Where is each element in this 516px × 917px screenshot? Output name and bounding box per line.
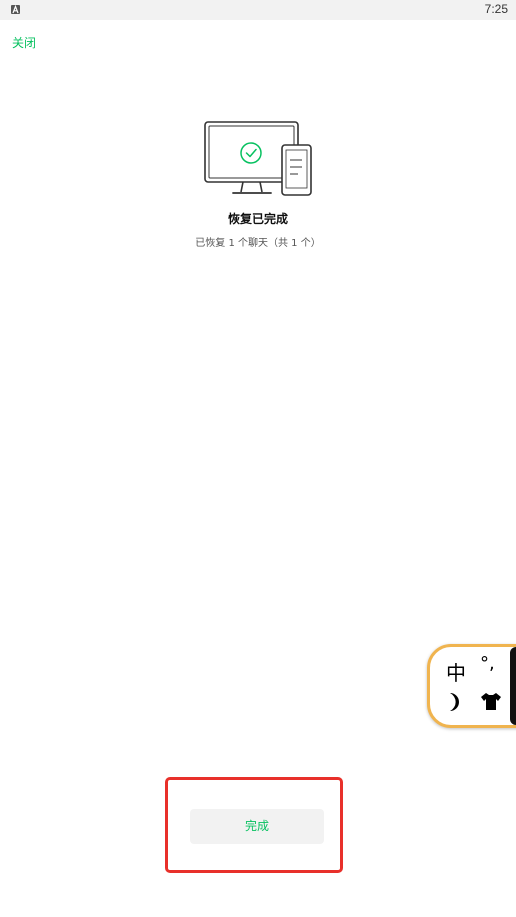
ime-floating-widget[interactable]: 中 °, [427, 644, 516, 728]
done-button[interactable]: 完成 [190, 809, 324, 844]
close-button[interactable]: 关闭 [12, 34, 36, 51]
result-subtitle: 已恢复 1 个聊天（共 1 个） [195, 238, 321, 249]
ime-widget-edge [510, 647, 516, 725]
monitor-phone-check-icon [203, 120, 313, 198]
a-icon [11, 5, 20, 14]
status-bar: 7:25 [0, 0, 516, 20]
moon-icon[interactable] [446, 691, 464, 717]
ime-mode-char[interactable]: 中 [446, 657, 466, 686]
ime-punct-toggle[interactable]: °, [480, 653, 495, 674]
result-title: 恢复已完成 [227, 212, 288, 226]
status-time: 7:25 [484, 2, 508, 16]
shirt-icon[interactable] [480, 691, 502, 715]
